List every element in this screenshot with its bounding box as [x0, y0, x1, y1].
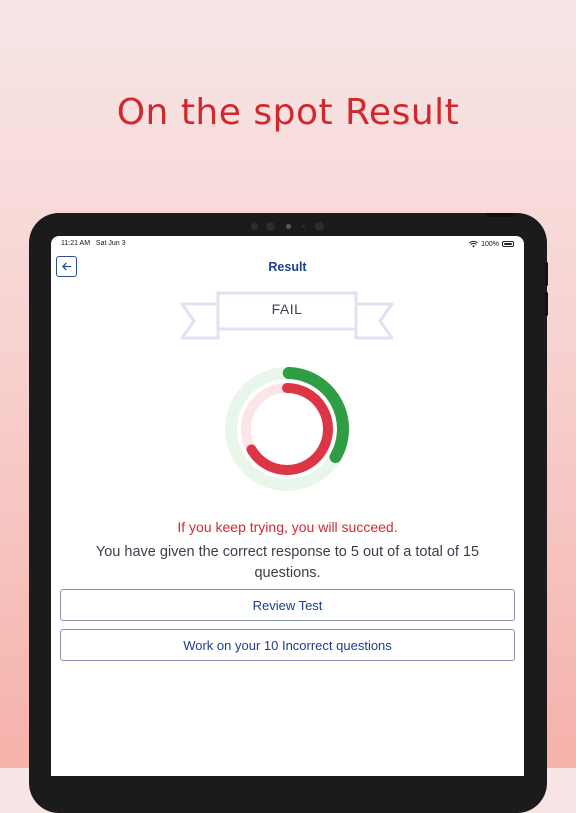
status-bar-time: 11:21 AM Sat Jun 3 [61, 240, 125, 247]
work-on-incorrect-button[interactable]: Work on your 10 Incorrect questions [60, 629, 515, 661]
status-bar-indicators: 100% [469, 239, 514, 249]
battery-icon [502, 241, 514, 247]
review-test-button[interactable]: Review Test [60, 589, 515, 621]
camera-sensor [302, 225, 305, 228]
page-title: Result [268, 260, 307, 274]
battery-percentage: 100% [481, 240, 499, 248]
wifi-icon [469, 240, 479, 247]
status-time: 11:21 AM [61, 240, 91, 247]
result-status-label: FAIL [271, 301, 303, 317]
encouragement-message: If you keep trying, you will succeed. [177, 519, 398, 535]
tablet-volume-up-button [545, 262, 548, 286]
camera-sensor [251, 223, 258, 230]
tablet-volume-down-button [545, 292, 548, 316]
camera-sensor [315, 222, 324, 231]
tablet-top-button [486, 213, 514, 217]
promo-title: On the spot Result [116, 92, 460, 133]
score-donut-chart [225, 367, 349, 491]
camera-sensor [266, 222, 275, 231]
camera-icon [286, 224, 291, 229]
app-screen: 11:21 AM Sat Jun 3 100% Result FAIL If y… [51, 236, 524, 776]
status-date: Sat Jun 3 [95, 240, 126, 247]
score-summary: You have given the correct response to 5… [95, 544, 480, 581]
